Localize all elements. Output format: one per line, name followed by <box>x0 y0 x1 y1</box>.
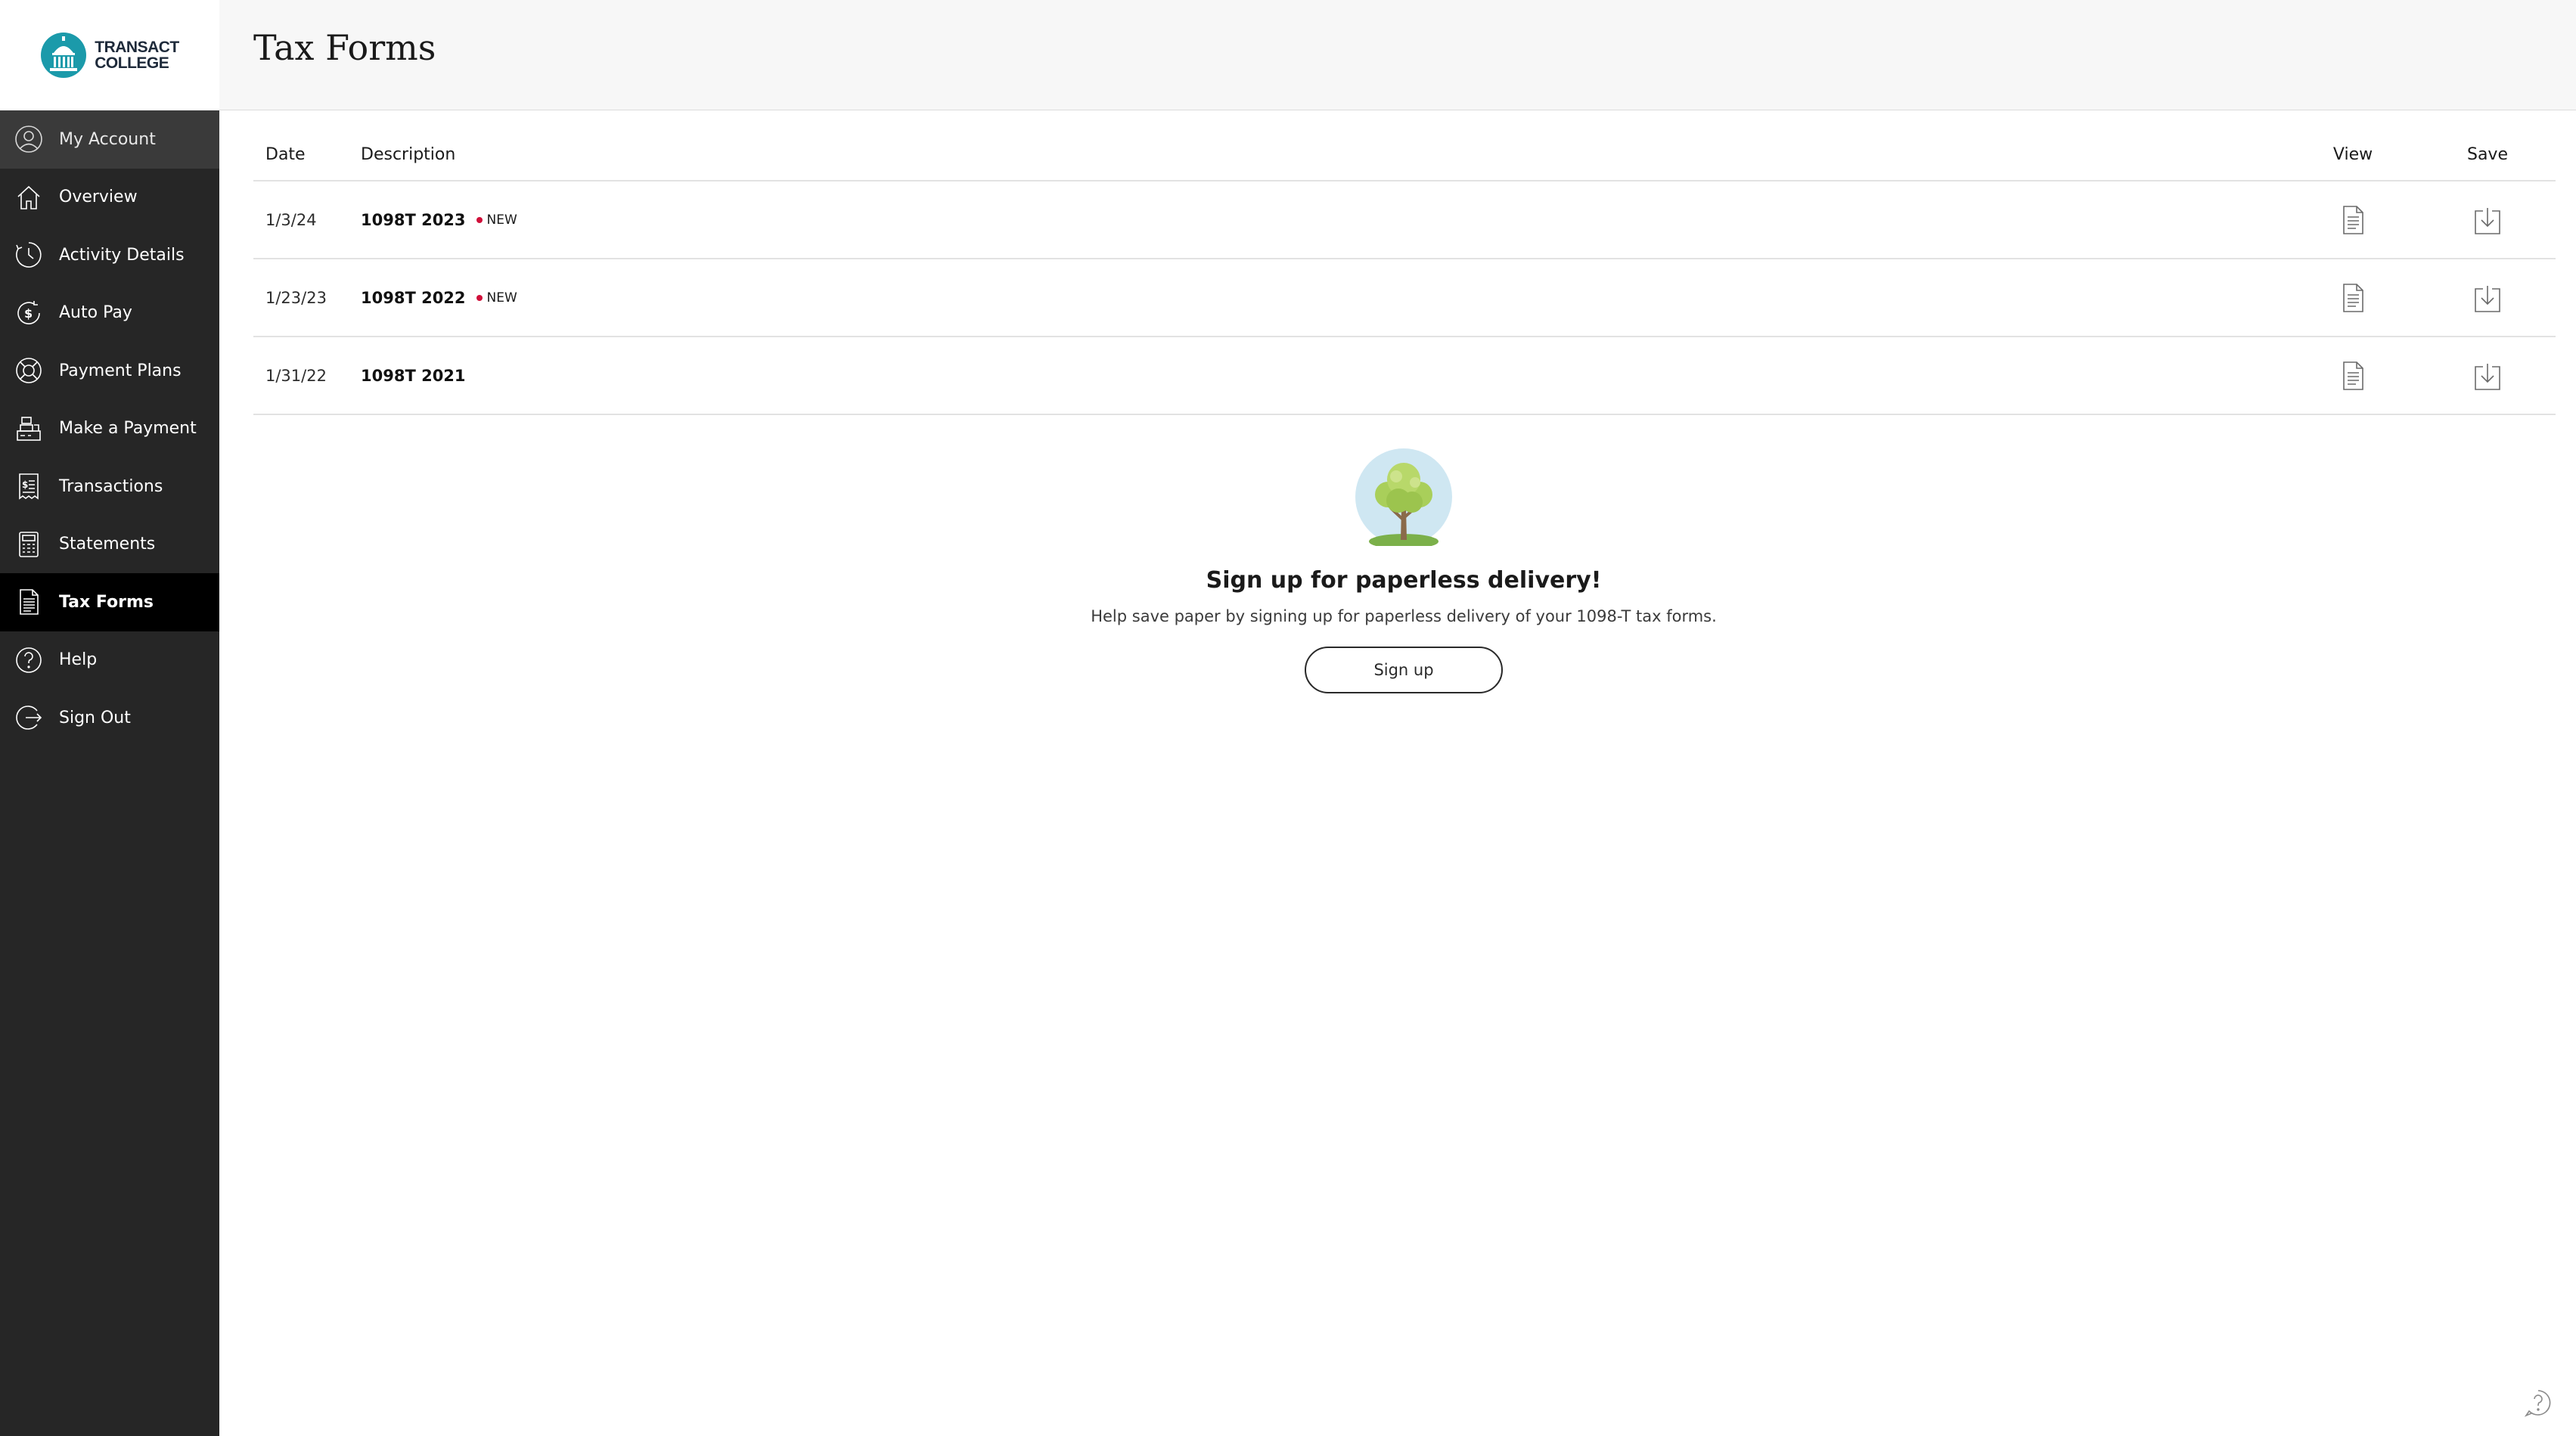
table-row: 1/31/22 1098T 2021 <box>253 337 2556 415</box>
row-date: 1/31/22 <box>265 366 327 385</box>
sidebar-item-help[interactable]: Help <box>0 631 219 690</box>
sidebar-item-label: Overview <box>59 188 138 207</box>
sidebar-item-label: Activity Details <box>59 245 185 265</box>
row-view-cell <box>2286 359 2419 392</box>
receipt-icon: $ <box>14 471 44 501</box>
row-save-cell <box>2419 203 2556 237</box>
question-icon <box>14 645 44 675</box>
sidebar-item-statements[interactable]: Statements <box>0 516 219 574</box>
column-header-description: Description <box>361 144 456 164</box>
download-icon[interactable] <box>2472 281 2503 315</box>
help-question-icon[interactable] <box>2523 1388 2553 1418</box>
lifebuoy-icon <box>14 355 44 386</box>
sidebar-item-label: Transactions <box>59 476 163 496</box>
new-badge-label: NEW <box>486 290 517 305</box>
row-description: 1098T 2021 <box>361 367 2286 385</box>
dollar-cycle-icon: $ <box>14 298 44 328</box>
view-document-icon[interactable] <box>2338 359 2368 392</box>
new-badge-label: NEW <box>486 212 517 228</box>
column-header-view: View <box>2332 144 2373 164</box>
column-header-save: Save <box>2466 144 2508 164</box>
new-badge: NEW <box>476 212 517 228</box>
view-document-icon[interactable] <box>2338 203 2368 237</box>
tree-icon <box>1355 448 1452 546</box>
svg-text:$: $ <box>24 306 33 321</box>
new-dot-icon <box>476 216 483 223</box>
register-icon <box>14 414 44 444</box>
column-header-date: Date <box>265 144 306 164</box>
row-date: 1/23/23 <box>265 288 327 307</box>
sidebar-item-label: Auto Pay <box>59 303 132 323</box>
new-badge: NEW <box>476 290 517 305</box>
brand-line-1: TRANSACT <box>95 39 179 56</box>
sidebar-item-label: Sign Out <box>59 708 131 727</box>
table-header: Date Description View Save <box>253 129 2556 181</box>
download-icon[interactable] <box>2472 359 2503 392</box>
row-view-cell <box>2286 281 2419 315</box>
row-description: 1098T 2022 NEW <box>361 289 2286 307</box>
sidebar-item-label: Tax Forms <box>59 592 154 612</box>
new-dot-icon <box>476 294 483 301</box>
sidebar-item-transactions[interactable]: $ Transactions <box>0 457 219 516</box>
row-view-cell <box>2286 203 2419 237</box>
brand-logo[interactable]: TRANSACT COLLEGE <box>0 0 219 110</box>
calculator-icon <box>14 529 44 560</box>
sidebar-item-payment-plans[interactable]: Payment Plans <box>0 342 219 400</box>
table-row: 1/23/23 1098T 2022 NEW <box>253 259 2556 337</box>
sidebar-item-auto-pay[interactable]: $ Auto Pay <box>0 284 219 343</box>
view-document-icon[interactable] <box>2338 281 2368 315</box>
page-title: Tax Forms <box>253 27 436 68</box>
brand-line-2: COLLEGE <box>95 54 169 72</box>
sidebar-nav: My Account Overview Activity Details $ A… <box>0 110 219 747</box>
clock-icon <box>14 240 44 270</box>
sidebar-item-sign-out[interactable]: Sign Out <box>0 689 219 747</box>
brand-name: TRANSACT COLLEGE <box>95 39 179 71</box>
sidebar-item-my-account[interactable]: My Account <box>0 110 219 169</box>
row-description-text: 1098T 2022 <box>361 288 466 307</box>
row-save-cell <box>2419 281 2556 315</box>
home-icon <box>14 182 44 212</box>
page-header: Tax Forms <box>219 0 2576 110</box>
svg-text:$: $ <box>22 479 28 490</box>
document-icon <box>14 587 44 617</box>
capitol-logo-icon <box>41 33 87 78</box>
sidebar-item-label: Make a Payment <box>59 419 197 439</box>
row-date: 1/3/24 <box>265 210 317 229</box>
sidebar-item-label: Help <box>59 650 98 670</box>
sidebar-item-label: Statements <box>59 535 156 554</box>
sign-up-button[interactable]: Sign up <box>1305 647 1503 693</box>
sign-out-icon <box>14 702 44 733</box>
promo-title: Sign up for paperless delivery! <box>1206 567 1602 594</box>
table-row: 1/3/24 1098T 2023 NEW <box>253 181 2556 259</box>
sidebar-item-tax-forms[interactable]: Tax Forms <box>0 573 219 631</box>
sidebar: TRANSACT COLLEGE My Account Overview Act… <box>0 0 219 1436</box>
row-description-text: 1098T 2023 <box>361 210 466 229</box>
promo-description: Help save paper by signing up for paperl… <box>1091 607 1717 625</box>
row-description-text: 1098T 2021 <box>361 366 466 385</box>
sidebar-item-overview[interactable]: Overview <box>0 169 219 227</box>
user-icon <box>14 124 44 154</box>
sidebar-item-label: My Account <box>59 129 156 149</box>
download-icon[interactable] <box>2472 203 2503 237</box>
row-save-cell <box>2419 359 2556 392</box>
row-description: 1098T 2023 NEW <box>361 211 2286 229</box>
sidebar-item-label: Payment Plans <box>59 361 182 380</box>
paperless-promo: Sign up for paperless delivery! Help sav… <box>219 448 2576 693</box>
sidebar-item-make-a-payment[interactable]: Make a Payment <box>0 400 219 458</box>
tax-forms-table: Date Description View Save 1/3/24 1098T … <box>253 129 2556 415</box>
sidebar-item-activity-details[interactable]: Activity Details <box>0 226 219 284</box>
